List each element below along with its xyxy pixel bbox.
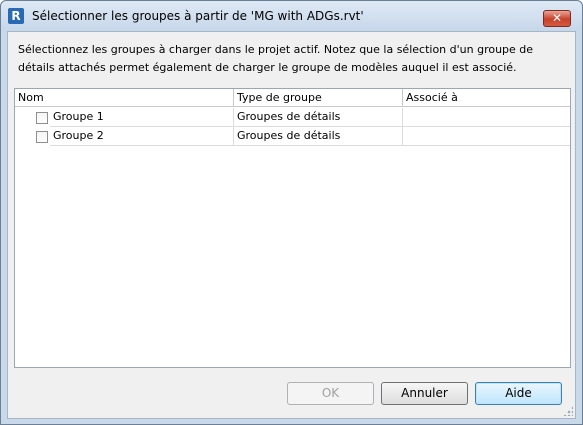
instructions-text: Sélectionnez les groupes à charger dans … [18,43,534,74]
column-header-associated[interactable]: Associé à [403,89,570,107]
cell-group-type: Groupes de détails [234,127,403,146]
table-row[interactable]: Groupe 1 Groupes de détails [15,108,570,127]
column-header-name[interactable]: Nom [15,89,234,107]
group-2-checkbox[interactable] [36,131,48,143]
close-button[interactable]: ✕ [543,10,571,27]
cell-associated [403,108,570,127]
column-header-group-type[interactable]: Type de groupe [234,89,403,107]
cell-name: Groupe 2 [50,127,234,146]
groups-table: Nom Type de groupe Associé à Groupe 1 Gr… [14,88,571,368]
revit-logo-icon: R [8,8,24,24]
title-bar[interactable]: R Sélectionner les groupes à partir de '… [1,1,582,31]
cell-group-type: Groupes de détails [234,108,403,127]
group-1-checkbox[interactable] [36,112,48,124]
cell-name: Groupe 1 [50,108,234,127]
table-row[interactable]: Groupe 2 Groupes de détails [15,127,570,146]
cell-associated [403,127,570,146]
resize-grip-icon[interactable] [563,406,573,416]
dialog-window: R Sélectionner les groupes à partir de '… [0,0,583,425]
ok-button[interactable]: OK [287,382,374,405]
help-button[interactable]: Aide [475,382,562,405]
dialog-client-area: Sélectionnez les groupes à charger dans … [7,31,576,419]
table-header: Nom Type de groupe Associé à [15,89,570,107]
window-title: Sélectionner les groupes à partir de 'MG… [32,9,364,23]
cancel-button[interactable]: Annuler [381,382,468,405]
